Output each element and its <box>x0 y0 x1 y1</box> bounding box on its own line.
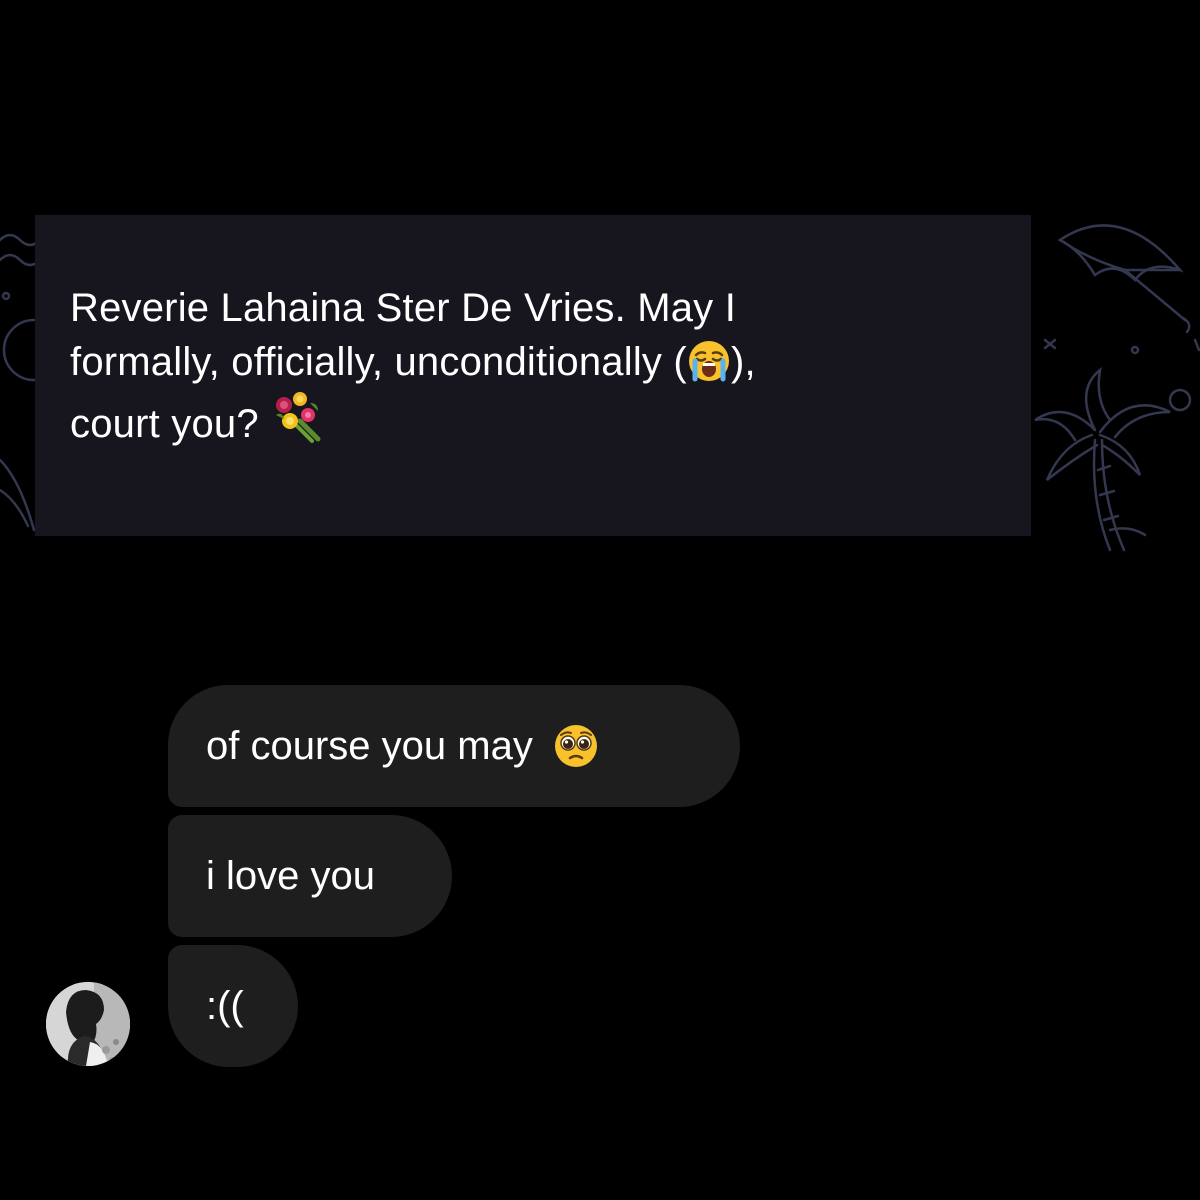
wave-doodle-icon <box>0 233 42 267</box>
star-doodle-icon <box>1043 338 1057 350</box>
dot-doodle-icon <box>1 291 11 301</box>
profile-photo-avatar-icon <box>46 982 130 1066</box>
avatar[interactable] <box>46 982 130 1066</box>
note-card: Reverie Lahaina Ster De Vries. May I for… <box>35 215 1031 536</box>
note-line-2: formally, officially, unconditionally ( … <box>70 340 756 384</box>
note-text: Reverie Lahaina Ster De Vries. May I for… <box>70 281 997 451</box>
message-text: :(( <box>206 984 244 1028</box>
message-text: of course you may <box>206 724 533 768</box>
note-line-1: Reverie Lahaina Ster De Vries. May I <box>70 286 737 330</box>
bouquet-emoji-icon <box>276 392 321 443</box>
dot-doodle-icon <box>1130 345 1140 355</box>
note-line-3: court you? <box>70 392 326 446</box>
umbrella-doodle-icon <box>1057 224 1191 334</box>
palm-tree-doodle-icon <box>1034 366 1171 552</box>
message-text: i love you <box>206 854 375 898</box>
loudly-crying-face-emoji-icon <box>688 341 729 382</box>
message-bubble[interactable]: i love you <box>168 815 452 937</box>
message-bubble[interactable]: of course you may <box>168 685 740 807</box>
circle-doodle-icon <box>2 318 36 382</box>
pleading-face-emoji-icon <box>554 725 597 767</box>
message-bubble[interactable]: :(( <box>168 945 298 1067</box>
